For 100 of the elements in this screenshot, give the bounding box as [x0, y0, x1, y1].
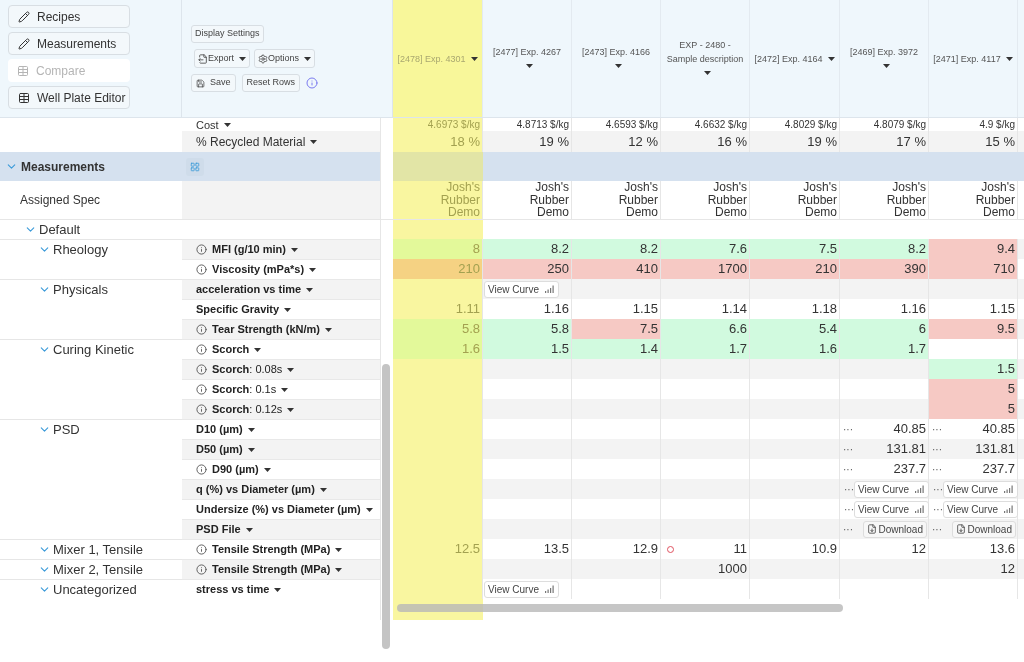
table-cell [1018, 131, 1024, 152]
scrollbar-thumb[interactable] [397, 604, 843, 612]
pencil-icon [18, 37, 30, 50]
info-icon[interactable] [196, 404, 207, 415]
row-label: acceleration vs time [196, 282, 302, 298]
file-icon [955, 524, 966, 534]
caret-icon [1005, 57, 1013, 62]
grid-icon [18, 91, 30, 104]
info-icon[interactable] [196, 364, 207, 375]
view-curve-button[interactable]: View Curve [943, 480, 1018, 498]
table-cell: 390 [840, 259, 929, 279]
view-curve-button[interactable]: View Curve [854, 480, 929, 498]
row-label: q (%) vs Diameter (µm) [196, 482, 315, 498]
caret-icon [325, 327, 332, 332]
info-icon[interactable] [196, 344, 207, 355]
more-button[interactable]: ··· [840, 461, 853, 477]
column-header[interactable]: [2477] Exp. 4267 [483, 0, 572, 117]
save-button[interactable]: Save [191, 74, 236, 92]
more-button[interactable]: ··· [929, 421, 942, 437]
options-button[interactable]: Options [254, 49, 316, 68]
nav-button[interactable]: Well Plate Editor [8, 86, 130, 109]
bars-icon [1003, 505, 1014, 513]
spec-label: Assigned Spec [20, 192, 101, 209]
export-icon [198, 53, 208, 64]
view-curve-button[interactable]: View Curve [854, 500, 929, 518]
caret-icon [883, 64, 890, 69]
table-cell [1018, 239, 1024, 259]
column-header[interactable]: [2473] Exp. 4166 [572, 0, 661, 117]
file-icon [866, 524, 877, 534]
caret-icon [281, 387, 289, 392]
more-button[interactable]: ··· [930, 481, 943, 497]
info-icon[interactable] [196, 464, 207, 475]
table-cell: 1.11 [393, 299, 483, 319]
info-icon[interactable] [196, 264, 207, 275]
column-header[interactable]: EXP - 2480 - Sample description [661, 0, 750, 117]
table-cell: 19 % [750, 131, 840, 152]
scrollbar-thumb[interactable] [382, 364, 390, 649]
info-icon[interactable] [196, 384, 207, 395]
caret-icon [245, 527, 253, 532]
export-button[interactable]: Export [194, 49, 250, 68]
info-icon[interactable] [196, 544, 207, 555]
row-label: Scorch: 0.08s [212, 362, 283, 378]
section-title: Measurements [21, 158, 106, 176]
table-cell: 5 [929, 399, 1018, 419]
caret-icon [365, 507, 373, 512]
more-button[interactable]: ··· [840, 521, 853, 537]
grid-button[interactable] [186, 157, 205, 176]
column-header[interactable]: [2471] Exp. 4117 [929, 0, 1018, 117]
caret-icon [247, 447, 255, 452]
table-cell: 16 % [661, 131, 750, 152]
cell-value: 237.7 [982, 460, 1015, 479]
table-cell: 6 [840, 319, 929, 339]
more-button[interactable]: ··· [841, 481, 854, 497]
display-settings-button[interactable]: Display Settings [191, 25, 264, 43]
caret-icon [470, 57, 478, 62]
nav-button[interactable]: Measurements [8, 32, 130, 55]
cell-value: 237.7 [893, 460, 926, 479]
view-curve-button[interactable]: View Curve [484, 580, 559, 598]
caret-icon [290, 247, 298, 252]
more-button[interactable]: ··· [929, 461, 942, 477]
table-cell: 9.4 [929, 239, 1018, 259]
download-button[interactable]: Download [862, 520, 927, 538]
group-name: Mixer 2, Tensile [53, 560, 144, 579]
reset-rows-button[interactable]: Reset Rows [241, 74, 301, 92]
column-header[interactable]: [2472] Exp. 4164 [750, 0, 840, 117]
more-button[interactable]: ··· [840, 441, 853, 457]
caret-icon [239, 56, 246, 61]
info-icon[interactable] [306, 77, 319, 89]
row-label: Scorch: 0.12s [212, 402, 283, 418]
row-label: stress vs time [196, 582, 270, 598]
info-icon[interactable] [196, 324, 207, 335]
view-curve-button[interactable]: View Curve [943, 500, 1018, 518]
column-header[interactable]: [2469] Exp. 3972 [840, 0, 929, 117]
info-icon[interactable] [196, 564, 207, 575]
table-cell: 1.5 [483, 339, 572, 359]
more-button[interactable]: ··· [840, 421, 853, 437]
table-cell: 1.4 [572, 339, 661, 359]
group-name: Curing Kinetic [53, 340, 134, 359]
settings-icon [258, 53, 268, 64]
caret-icon [704, 71, 711, 76]
table-cell: 1700 [661, 259, 750, 279]
caret-icon [304, 56, 312, 61]
download-button[interactable]: Download [951, 520, 1016, 538]
grid-icon [190, 161, 201, 172]
nav-button[interactable]: Recipes [8, 5, 130, 28]
view-curve-button[interactable]: View Curve [484, 280, 559, 298]
more-button[interactable]: ··· [929, 521, 942, 537]
more-button[interactable]: ··· [929, 441, 942, 457]
more-button[interactable]: ··· [841, 501, 854, 517]
table-cell: 7.5 [572, 319, 661, 339]
save-icon [196, 78, 205, 88]
more-button[interactable]: ··· [930, 501, 943, 517]
table-cell: Josh's Rubber Demo [393, 181, 483, 219]
caret-icon [310, 139, 318, 144]
grid-icon [17, 64, 29, 77]
info-icon[interactable] [196, 244, 207, 255]
table-cell: 8.2 [572, 239, 661, 259]
table-cell: 410 [572, 259, 661, 279]
row-label: Specific Gravity [196, 302, 280, 318]
row-label: % Recycled Material [196, 133, 306, 151]
